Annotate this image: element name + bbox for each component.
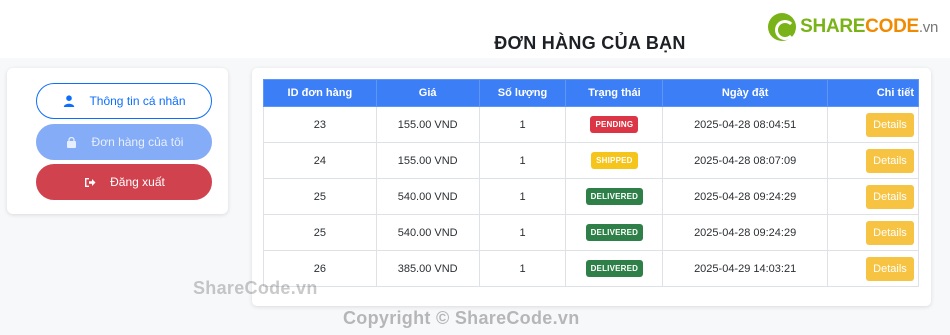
cell-quantity: 1 bbox=[478, 142, 567, 179]
sidebar-card: Thông tin cá nhân Đơn hàng của tôi Đăng … bbox=[7, 68, 228, 214]
cell-order-date: 2025-04-28 09:24:29 bbox=[662, 214, 828, 251]
cell-order-id: 25 bbox=[263, 178, 377, 215]
cell-details: Details bbox=[826, 250, 920, 287]
status-badge: DELIVERED bbox=[585, 260, 644, 277]
details-button[interactable]: Details bbox=[865, 112, 914, 137]
orders-table: ID đơn hàng Giá Số lượng Trạng thái Ngày… bbox=[263, 79, 920, 287]
cell-order-date: 2025-04-28 08:04:51 bbox=[662, 106, 828, 143]
details-button[interactable]: Details bbox=[865, 256, 914, 281]
cell-price: 540.00 VND bbox=[375, 214, 480, 251]
sign-out-icon bbox=[83, 175, 97, 189]
cell-status: SHIPPED bbox=[565, 142, 664, 179]
header-status: Trạng thái bbox=[565, 79, 664, 107]
cell-status: PENDING bbox=[565, 106, 664, 143]
my-orders-button-label: Đơn hàng của tôi bbox=[91, 135, 184, 149]
cell-order-date: 2025-04-28 08:07:09 bbox=[662, 142, 828, 179]
logout-button-label: Đăng xuất bbox=[110, 175, 165, 189]
cell-order-id: 25 bbox=[263, 214, 377, 251]
shopping-bag-icon bbox=[65, 135, 79, 149]
profile-button-label: Thông tin cá nhân bbox=[89, 94, 186, 108]
cell-details: Details bbox=[826, 214, 920, 251]
sharecode-logo-icon bbox=[768, 13, 797, 41]
cell-status: DELIVERED bbox=[565, 178, 664, 215]
cell-order-id: 23 bbox=[263, 106, 377, 143]
cell-status: DELIVERED bbox=[565, 250, 664, 287]
status-badge: PENDING bbox=[590, 116, 639, 133]
cell-quantity: 1 bbox=[478, 178, 567, 215]
table-header-row: ID đơn hàng Giá Số lượng Trạng thái Ngày… bbox=[263, 79, 920, 107]
orders-table-card: ID đơn hàng Giá Số lượng Trạng thái Ngày… bbox=[252, 68, 931, 306]
header-price: Giá bbox=[375, 79, 480, 107]
details-button[interactable]: Details bbox=[865, 184, 914, 209]
cell-price: 540.00 VND bbox=[375, 178, 480, 215]
cell-details: Details bbox=[826, 178, 920, 215]
cell-quantity: 1 bbox=[478, 250, 567, 287]
profile-button[interactable]: Thông tin cá nhân bbox=[36, 83, 212, 119]
details-button[interactable]: Details bbox=[865, 148, 914, 173]
cell-order-date: 2025-04-28 09:24:29 bbox=[662, 178, 828, 215]
details-button[interactable]: Details bbox=[865, 220, 914, 245]
logo-share: SHARE bbox=[800, 16, 866, 37]
table-row: 26 385.00 VND 1 DELIVERED 2025-04-29 14:… bbox=[263, 250, 920, 287]
cell-price: 155.00 VND bbox=[375, 142, 480, 179]
cell-price: 385.00 VND bbox=[375, 250, 480, 287]
logout-button[interactable]: Đăng xuất bbox=[36, 164, 212, 200]
cell-order-date: 2025-04-29 14:03:21 bbox=[662, 250, 828, 287]
table-row: 25 540.00 VND 1 DELIVERED 2025-04-28 09:… bbox=[263, 178, 920, 215]
cell-details: Details bbox=[826, 142, 920, 179]
table-row: 24 155.00 VND 1 SHIPPED 2025-04-28 08:07… bbox=[263, 142, 920, 179]
header-quantity: Số lượng bbox=[478, 79, 567, 107]
status-badge: DELIVERED bbox=[585, 188, 644, 205]
header-details: Chi tiết bbox=[826, 79, 920, 107]
my-orders-button[interactable]: Đơn hàng của tôi bbox=[36, 124, 212, 160]
header-order-date: Ngày đặt bbox=[662, 79, 828, 107]
watermark-copyright: Copyright © ShareCode.vn bbox=[343, 308, 580, 328]
table-row: 25 540.00 VND 1 DELIVERED 2025-04-28 09:… bbox=[263, 214, 920, 251]
status-badge: SHIPPED bbox=[591, 152, 638, 169]
cell-quantity: 1 bbox=[478, 214, 567, 251]
cell-details: Details bbox=[826, 106, 920, 143]
logo-text: SHARECODE.vn bbox=[800, 16, 938, 38]
header-order-id: ID đơn hàng bbox=[263, 79, 377, 107]
table-row: 23 155.00 VND 1 PENDING 2025-04-28 08:04… bbox=[263, 106, 920, 143]
status-badge: DELIVERED bbox=[585, 224, 644, 241]
cell-status: DELIVERED bbox=[565, 214, 664, 251]
logo-tld: .vn bbox=[918, 19, 938, 36]
cell-price: 155.00 VND bbox=[375, 106, 480, 143]
logo-code: CODE bbox=[865, 16, 919, 37]
watermark-left: ShareCode.vn bbox=[193, 278, 318, 298]
cell-quantity: 1 bbox=[478, 106, 567, 143]
user-icon bbox=[62, 94, 76, 108]
sharecode-logo: SHARECODE.vn bbox=[768, 10, 938, 44]
page-title: ĐƠN HÀNG CỦA BẠN bbox=[494, 33, 686, 53]
cell-order-id: 24 bbox=[263, 142, 377, 179]
